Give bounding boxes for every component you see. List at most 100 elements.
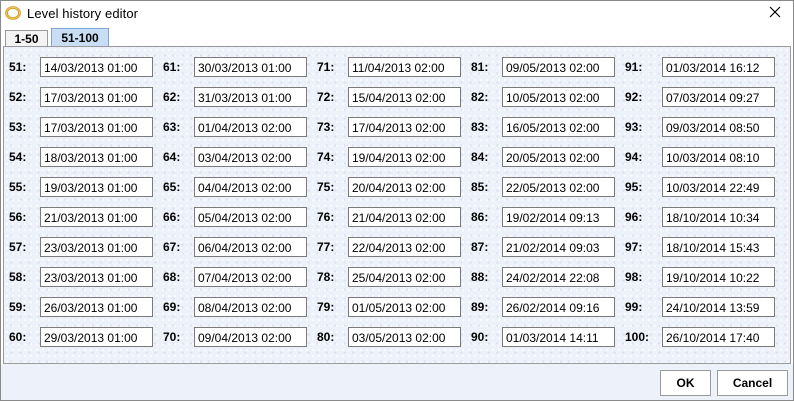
entry-date-field[interactable]: 08/04/2013 02:00 — [194, 297, 307, 317]
entry-date-field[interactable]: 22/04/2013 02:00 — [348, 237, 461, 257]
entry-index-label: 52: — [9, 90, 27, 104]
history-entry: 78: 25/04/2013 02:00 — [317, 267, 461, 287]
entry-date-field[interactable]: 20/05/2013 02:00 — [502, 147, 615, 167]
entry-date-field[interactable]: 26/03/2013 01:00 — [40, 297, 153, 317]
entry-date-field[interactable]: 30/03/2013 01:00 — [194, 57, 307, 77]
level-history-editor-window: Level history editor 1-50 51-100 51: 14/0… — [0, 0, 794, 401]
entry-date-field[interactable]: 25/04/2013 02:00 — [348, 267, 461, 287]
history-entry: 58: 23/03/2013 01:00 — [9, 267, 153, 287]
entry-date-field[interactable]: 22/05/2013 02:00 — [502, 177, 615, 197]
history-entry: 91: 01/03/2014 16:12 — [625, 57, 775, 77]
entry-date-field[interactable]: 18/03/2013 01:00 — [40, 147, 153, 167]
entry-date-field[interactable]: 19/03/2013 01:00 — [40, 177, 153, 197]
entry-date-field[interactable]: 10/03/2014 22:49 — [662, 177, 775, 197]
entry-date-field[interactable]: 21/04/2013 02:00 — [348, 207, 461, 227]
history-entry: 75: 20/04/2013 02:00 — [317, 177, 461, 197]
history-entry: 84: 20/05/2013 02:00 — [471, 147, 615, 167]
entry-date-field[interactable]: 26/02/2014 09:16 — [502, 297, 615, 317]
entry-date-field[interactable]: 29/03/2013 01:00 — [40, 327, 153, 347]
entry-index-label: 79: — [317, 300, 335, 314]
entry-date-field[interactable]: 19/10/2014 10:22 — [662, 267, 775, 287]
entry-date-field[interactable]: 15/04/2013 02:00 — [348, 87, 461, 107]
history-entry: 81: 09/05/2013 02:00 — [471, 57, 615, 77]
entry-date-field[interactable]: 04/04/2013 02:00 — [194, 177, 307, 197]
entry-date-field[interactable]: 01/04/2013 02:00 — [194, 117, 307, 137]
entry-date-field[interactable]: 07/03/2014 09:27 — [662, 87, 775, 107]
entry-index-label: 62: — [163, 90, 181, 104]
entry-index-label: 63: — [163, 120, 181, 134]
entry-date-field[interactable]: 19/02/2014 09:13 — [502, 207, 615, 227]
entry-date-field[interactable]: 14/03/2013 01:00 — [40, 57, 153, 77]
history-entry: 95: 10/03/2014 22:49 — [625, 177, 775, 197]
entry-date-field[interactable]: 20/04/2013 02:00 — [348, 177, 461, 197]
entry-index-label: 55: — [9, 180, 27, 194]
entry-index-label: 78: — [317, 270, 335, 284]
history-entry: 56: 21/03/2013 01:00 — [9, 207, 153, 227]
history-entry: 54: 18/03/2013 01:00 — [9, 147, 153, 167]
entry-index-label: 72: — [317, 90, 335, 104]
entry-index-label: 80: — [317, 330, 335, 344]
entry-date-field[interactable]: 09/04/2013 02:00 — [194, 327, 307, 347]
close-button[interactable] — [763, 3, 787, 25]
entry-index-label: 64: — [163, 150, 181, 164]
entry-index-label: 65: — [163, 180, 181, 194]
tab-strip: 1-50 51-100 — [1, 27, 793, 47]
entry-date-field[interactable]: 01/03/2014 16:12 — [662, 57, 775, 77]
entry-date-field[interactable]: 01/05/2013 02:00 — [348, 297, 461, 317]
entry-date-field[interactable]: 05/04/2013 02:00 — [194, 207, 307, 227]
entry-index-label: 68: — [163, 270, 181, 284]
entry-index-label: 86: — [471, 210, 489, 224]
cancel-button[interactable]: Cancel — [717, 370, 788, 396]
entry-date-field[interactable]: 01/03/2014 14:11 — [502, 327, 615, 347]
entry-index-label: 61: — [163, 60, 181, 74]
entry-index-label: 81: — [471, 60, 489, 74]
entry-date-field[interactable]: 23/03/2013 01:00 — [40, 237, 153, 257]
history-entry: 69: 08/04/2013 02:00 — [163, 297, 307, 317]
history-entry: 51: 14/03/2013 01:00 — [9, 57, 153, 77]
entry-date-field[interactable]: 17/03/2013 01:00 — [40, 117, 153, 137]
entry-date-field[interactable]: 17/04/2013 02:00 — [348, 117, 461, 137]
entry-index-label: 93: — [625, 120, 643, 134]
entry-index-label: 58: — [9, 270, 27, 284]
history-entry: 100: 26/10/2014 17:40 — [625, 327, 775, 347]
history-entry: 70: 09/04/2013 02:00 — [163, 327, 307, 347]
entry-date-field[interactable]: 10/05/2013 02:00 — [502, 87, 615, 107]
entry-date-field[interactable]: 26/10/2014 17:40 — [662, 327, 775, 347]
history-entry: 66: 05/04/2013 02:00 — [163, 207, 307, 227]
ok-button[interactable]: OK — [660, 370, 711, 396]
entry-date-field[interactable]: 21/03/2013 01:00 — [40, 207, 153, 227]
history-entry: 64: 03/04/2013 02:00 — [163, 147, 307, 167]
entry-date-field[interactable]: 09/03/2014 08:50 — [662, 117, 775, 137]
entry-date-field[interactable]: 21/02/2014 09:03 — [502, 237, 615, 257]
entry-date-field[interactable]: 19/04/2013 02:00 — [348, 147, 461, 167]
tab-1-50[interactable]: 1-50 — [5, 30, 48, 47]
entry-date-field[interactable]: 03/04/2013 02:00 — [194, 147, 307, 167]
entry-index-label: 99: — [625, 300, 643, 314]
entry-date-field[interactable]: 24/10/2014 13:59 — [662, 297, 775, 317]
entry-date-field[interactable]: 18/10/2014 10:34 — [662, 207, 775, 227]
entry-date-field[interactable]: 16/05/2013 02:00 — [502, 117, 615, 137]
history-entry: 71: 11/04/2013 02:00 — [317, 57, 461, 77]
entry-date-field[interactable]: 18/10/2014 15:43 — [662, 237, 775, 257]
entry-date-field[interactable]: 06/04/2013 02:00 — [194, 237, 307, 257]
entry-index-label: 75: — [317, 180, 335, 194]
tab-51-100[interactable]: 51-100 — [51, 28, 109, 47]
history-entry: 67: 06/04/2013 02:00 — [163, 237, 307, 257]
entry-index-label: 82: — [471, 90, 489, 104]
history-entry: 59: 26/03/2013 01:00 — [9, 297, 153, 317]
entry-date-field[interactable]: 23/03/2013 01:00 — [40, 267, 153, 287]
entry-date-field[interactable]: 07/04/2013 02:00 — [194, 267, 307, 287]
entry-date-field[interactable]: 31/03/2013 01:00 — [194, 87, 307, 107]
entry-index-label: 95: — [625, 180, 643, 194]
entry-date-field[interactable]: 10/03/2014 08:10 — [662, 147, 775, 167]
entry-index-label: 54: — [9, 150, 27, 164]
entry-date-field[interactable]: 17/03/2013 01:00 — [40, 87, 153, 107]
history-entry: 87: 21/02/2014 09:03 — [471, 237, 615, 257]
entry-date-field[interactable]: 24/02/2014 22:08 — [502, 267, 615, 287]
entry-date-field[interactable]: 09/05/2013 02:00 — [502, 57, 615, 77]
entry-date-field[interactable]: 11/04/2013 02:00 — [348, 57, 461, 77]
history-entry: 82: 10/05/2013 02:00 — [471, 87, 615, 107]
history-entry: 94: 10/03/2014 08:10 — [625, 147, 775, 167]
history-entry: 53: 17/03/2013 01:00 — [9, 117, 153, 137]
entry-date-field[interactable]: 03/05/2013 02:00 — [348, 327, 461, 347]
